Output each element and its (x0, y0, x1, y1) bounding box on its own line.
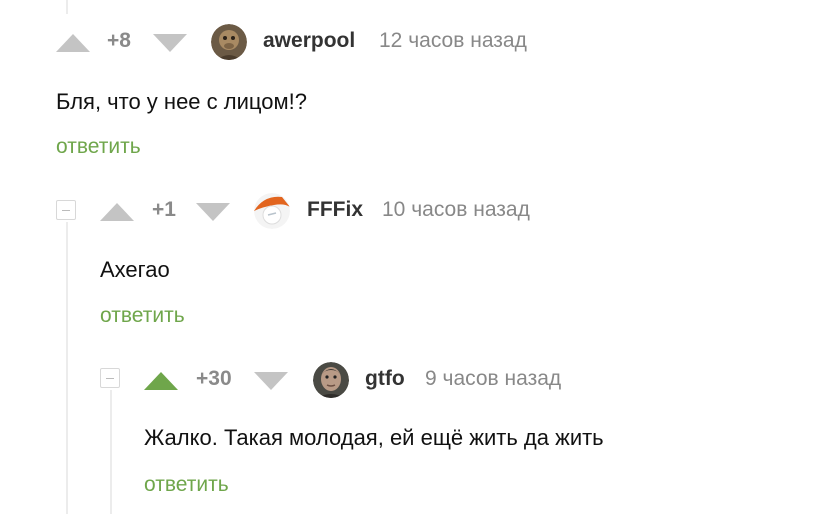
comment-timestamp: 12 часов назад (379, 29, 527, 52)
thread-line (66, 0, 68, 14)
user-avatar-icon[interactable] (254, 193, 290, 229)
reply-link[interactable]: ответить (100, 304, 185, 328)
comment-text: Жалко. Такая молодая, ей ещё жить да жит… (144, 425, 604, 450)
comment-timestamp: 9 часов назад (425, 367, 562, 390)
downvote-button[interactable] (254, 372, 288, 390)
reply-link[interactable]: ответить (144, 473, 229, 497)
upvote-button[interactable] (144, 372, 178, 390)
upvote-button[interactable] (56, 34, 90, 52)
downvote-button[interactable] (196, 203, 230, 221)
arrow-down-icon (254, 372, 288, 390)
user-avatar-icon[interactable] (211, 24, 247, 60)
collapse-thread-button[interactable] (56, 200, 76, 220)
arrow-up-icon (100, 203, 134, 221)
comment-text: Бля, что у нее с лицом!? (56, 89, 307, 114)
thread-line (66, 222, 68, 514)
reply-link[interactable]: ответить (56, 135, 141, 159)
comment: +30 gtfo 9 часов назад Жалко. Такая моло… (144, 359, 804, 509)
thread-line (110, 390, 112, 514)
comment-username[interactable]: FFFix (307, 198, 363, 222)
comment-username[interactable]: gtfo (365, 367, 405, 391)
collapse-thread-button[interactable] (100, 368, 120, 388)
comment-rating: +30 (196, 367, 232, 390)
comment-timestamp: 10 часов назад (382, 198, 530, 221)
arrow-down-icon (153, 34, 187, 52)
comment-rating: +8 (107, 29, 131, 52)
user-avatar-icon[interactable] (313, 362, 349, 398)
upvote-button[interactable] (100, 203, 134, 221)
arrow-up-icon (144, 372, 178, 390)
arrow-up-icon (56, 34, 90, 52)
comment: +1 FFFix 10 часов назад Ахегао ответить (100, 190, 800, 340)
comment-rating: +1 (152, 198, 176, 221)
arrow-down-icon (196, 203, 230, 221)
downvote-button[interactable] (153, 34, 187, 52)
comment: +8 awerpool 12 часов назад Бля, что у не… (56, 21, 796, 171)
comment-text: Ахегао (100, 257, 170, 282)
comment-username[interactable]: awerpool (263, 29, 355, 53)
